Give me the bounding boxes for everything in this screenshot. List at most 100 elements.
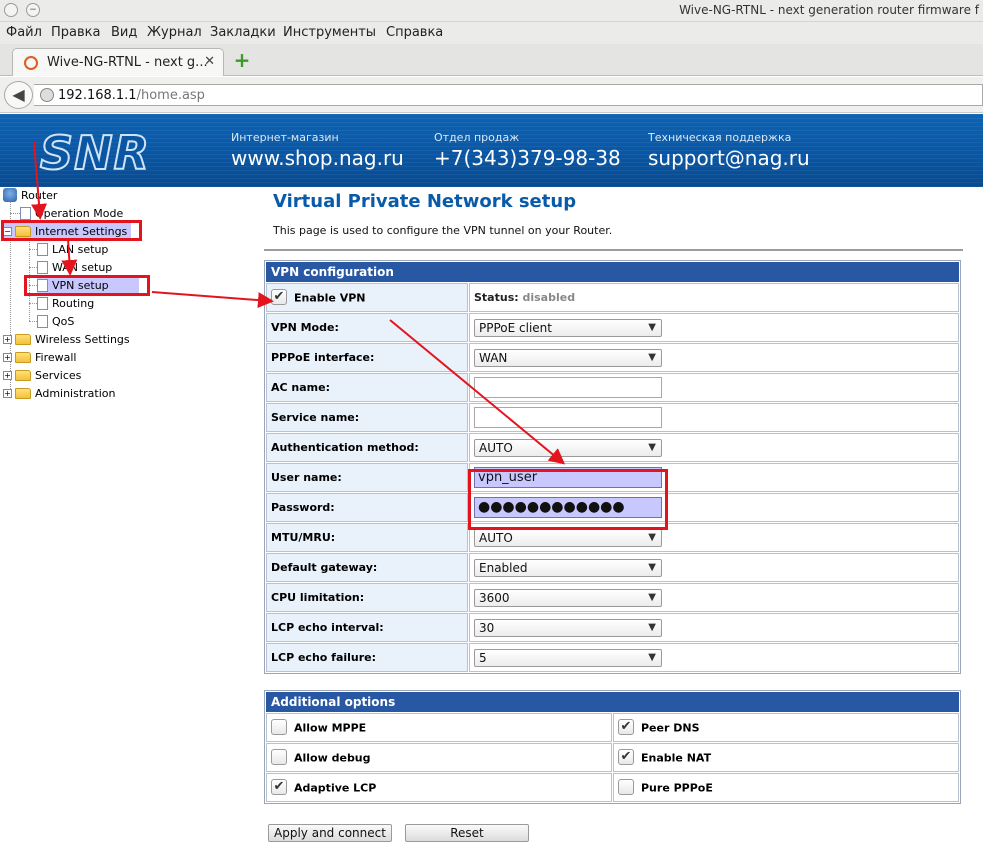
- vpn-config-header: VPN configuration: [266, 262, 959, 282]
- menu-help[interactable]: Справка: [386, 25, 443, 40]
- tree-item-operation-mode[interactable]: Operation Mode: [20, 205, 123, 221]
- tab-strip: Wive-NG-RTNL - next g... ✕: [0, 44, 983, 76]
- cpu-limitation-value: 3600: [479, 590, 510, 605]
- page-icon: [37, 242, 48, 256]
- page-icon: [37, 314, 48, 328]
- tree-item-administration[interactable]: + Administration: [3, 385, 116, 401]
- status-label: Status:: [474, 291, 519, 304]
- menu-edit[interactable]: Правка: [51, 25, 100, 40]
- tree-label: Administration: [35, 386, 116, 400]
- apply-connect-button[interactable]: Apply and connect: [268, 824, 392, 842]
- mtu-mru-label: MTU/MRU:: [266, 523, 468, 552]
- chevron-down-icon: ▼: [648, 321, 656, 333]
- allow-debug-checkbox[interactable]: [271, 748, 287, 765]
- lcp-echo-failure-cell: 5 ▼: [469, 643, 959, 672]
- expand-icon[interactable]: +: [3, 334, 12, 344]
- support-caption: Техническая поддержка: [648, 131, 792, 144]
- url-path: /home.asp: [136, 88, 205, 103]
- adaptive-lcp-checkbox[interactable]: ✔: [271, 778, 287, 795]
- service-name-input[interactable]: [474, 407, 662, 428]
- close-tab-icon[interactable]: ✕: [204, 54, 215, 69]
- lcp-echo-interval-select[interactable]: 30 ▼: [474, 618, 662, 637]
- password-label: Password:: [266, 493, 468, 522]
- expand-icon[interactable]: +: [3, 352, 12, 362]
- expand-icon[interactable]: +: [3, 370, 12, 380]
- url-host: 192.168.1.1: [58, 88, 137, 103]
- pure-pppoe-cell: Pure PPPoE: [613, 773, 959, 802]
- back-button[interactable]: ◀: [4, 81, 33, 109]
- browser-tab[interactable]: Wive-NG-RTNL - next g... ✕: [12, 48, 224, 76]
- pppoe-interface-cell: WAN ▼: [469, 343, 959, 372]
- pure-pppoe-label: Pure PPPoE: [641, 781, 713, 794]
- enable-vpn-checkbox[interactable]: ✔: [271, 288, 287, 305]
- menu-history[interactable]: Журнал: [147, 25, 202, 40]
- firefox-logo-icon: [4, 3, 18, 17]
- reset-button[interactable]: Reset: [405, 824, 529, 842]
- tree-item-wireless-settings[interactable]: + Wireless Settings: [3, 331, 130, 347]
- ac-name-input[interactable]: [474, 377, 662, 398]
- vpn-mode-select[interactable]: PPPoE client ▼: [474, 318, 662, 337]
- default-gateway-value: Enabled: [479, 560, 528, 575]
- lcp-echo-failure-select[interactable]: 5 ▼: [474, 648, 662, 667]
- peer-dns-cell: ✔ Peer DNS: [613, 713, 959, 742]
- sales-block: Отдел продаж +7(343)379-98-38: [434, 131, 621, 170]
- folder-icon: [15, 369, 31, 381]
- ac-name-label: AC name:: [266, 373, 468, 402]
- chevron-down-icon: ▼: [648, 351, 656, 363]
- page-description: This page is used to configure the VPN t…: [273, 224, 613, 237]
- page-title: Virtual Private Network setup: [273, 191, 577, 212]
- tree-line: [29, 267, 37, 268]
- folder-icon: [15, 387, 31, 399]
- pppoe-interface-select[interactable]: WAN ▼: [474, 348, 662, 367]
- auth-method-cell: AUTO ▼: [469, 433, 959, 462]
- expand-icon[interactable]: +: [3, 388, 12, 398]
- cpu-limitation-select[interactable]: 3600 ▼: [474, 588, 662, 607]
- allow-mppe-checkbox[interactable]: [271, 718, 287, 735]
- tree-label: Wireless Settings: [35, 332, 130, 346]
- tree-item-services[interactable]: + Services: [3, 367, 81, 383]
- snr-logo: SNR: [39, 125, 151, 181]
- additional-options-header: Additional options: [266, 692, 959, 712]
- tree-item-router[interactable]: Router: [3, 187, 57, 203]
- shop-url: www.shop.nag.ru: [231, 146, 404, 170]
- chevron-down-icon: ▼: [648, 531, 656, 543]
- globe-icon: [40, 88, 54, 102]
- adaptive-lcp-label: Adaptive LCP: [294, 781, 377, 794]
- annotation-box-vpn-setup: [24, 275, 150, 296]
- user-name-label: User name:: [266, 463, 468, 492]
- enable-vpn-cell: ✔ Enable VPN: [266, 283, 468, 312]
- lcp-echo-interval-label: LCP echo interval:: [266, 613, 468, 642]
- mtu-mru-value: AUTO: [479, 530, 513, 545]
- ac-name-cell: [469, 373, 959, 402]
- new-tab-icon[interactable]: +: [232, 50, 252, 70]
- tree-item-lan-setup[interactable]: LAN setup: [37, 241, 108, 257]
- tree-item-wan-setup[interactable]: WAN setup: [37, 259, 112, 275]
- mtu-mru-select[interactable]: AUTO ▼: [474, 528, 662, 547]
- menu-view[interactable]: Вид: [111, 25, 137, 40]
- enable-nat-checkbox[interactable]: ✔: [618, 748, 634, 765]
- lcp-echo-failure-value: 5: [479, 650, 487, 665]
- vpn-mode-label: VPN Mode:: [266, 313, 468, 342]
- tree-item-routing[interactable]: Routing: [37, 295, 94, 311]
- sales-phone: +7(343)379-98-38: [434, 146, 621, 170]
- address-bar[interactable]: 192.168.1.1/home.asp: [34, 84, 983, 106]
- navigation-bar: ◀ 192.168.1.1/home.asp: [0, 77, 983, 113]
- minimize-icon[interactable]: −: [26, 3, 40, 17]
- peer-dns-checkbox[interactable]: ✔: [618, 718, 634, 735]
- additional-options-table: Additional options Allow MPPE ✔ Peer DNS …: [264, 690, 961, 804]
- tree-item-firewall[interactable]: + Firewall: [3, 349, 76, 365]
- url-text: 192.168.1.1/home.asp: [58, 88, 205, 103]
- default-gateway-select[interactable]: Enabled ▼: [474, 558, 662, 577]
- status-value: disabled: [522, 291, 576, 304]
- menu-file[interactable]: Файл: [6, 25, 42, 40]
- menu-tools[interactable]: Инструменты: [283, 25, 376, 40]
- tree-item-qos[interactable]: QoS: [37, 313, 74, 329]
- support-email: support@nag.ru: [648, 146, 810, 170]
- tree-label: Router: [21, 188, 58, 202]
- menu-bookmarks[interactable]: Закладки: [210, 25, 276, 40]
- chevron-down-icon: ▼: [648, 561, 656, 573]
- auth-method-select[interactable]: AUTO ▼: [474, 438, 662, 457]
- pure-pppoe-checkbox[interactable]: [618, 778, 634, 795]
- allow-debug-label: Allow debug: [294, 751, 371, 764]
- back-arrow-icon: ◀: [12, 85, 25, 104]
